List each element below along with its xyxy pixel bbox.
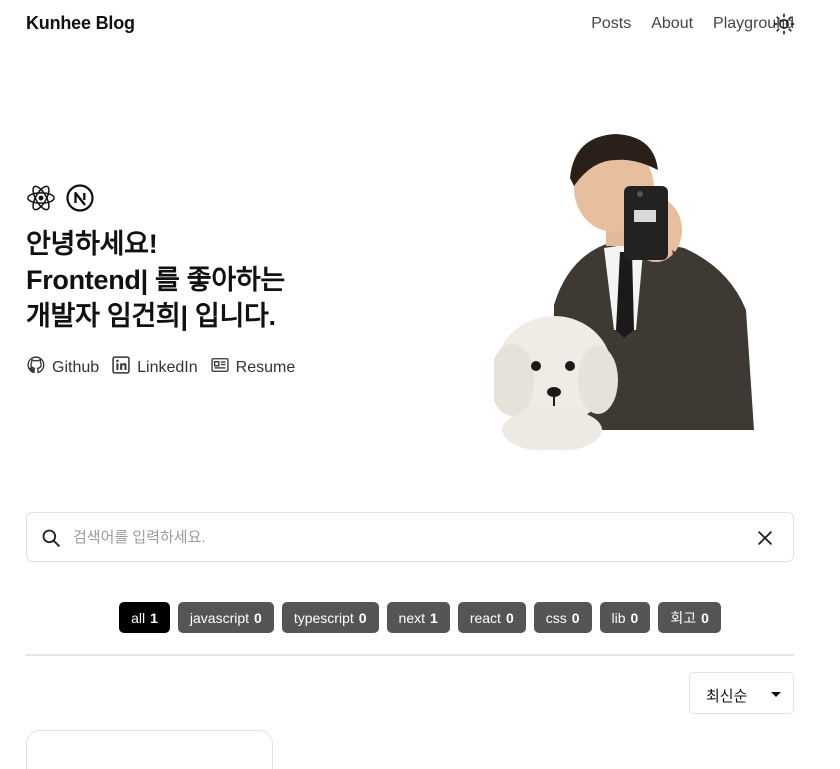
resume-icon	[210, 355, 230, 380]
tag-css[interactable]: css 0	[533, 602, 592, 633]
tag-count: 0	[701, 609, 709, 626]
hero-name-suffix: 입니다.	[187, 301, 276, 331]
resume-label: Resume	[235, 358, 296, 376]
tag-javascript[interactable]: javascript 0	[177, 602, 274, 633]
tag-name: all	[131, 609, 146, 626]
search-icon	[41, 528, 61, 548]
resume-link[interactable]: Resume	[210, 355, 296, 380]
tag-count: 0	[630, 609, 639, 626]
search-bar	[26, 512, 794, 562]
tag-count: 0	[505, 609, 514, 626]
site-header: Kunhee Blog Posts About Playground	[0, 0, 840, 48]
tech-icons	[26, 183, 94, 218]
linkedin-label: LinkedIn	[137, 358, 198, 376]
tag-name: 회고	[670, 609, 697, 626]
tag-name: react	[469, 609, 501, 626]
hero-title: 안녕하세요! Frontend| 를 좋아하는 개발자 임건희| 입니다.	[26, 226, 285, 334]
tag-name: next	[398, 609, 426, 626]
caret-down-icon	[771, 692, 781, 697]
nav-about[interactable]: About	[651, 15, 693, 33]
photo-phone	[624, 186, 668, 260]
tag-name: javascript	[189, 609, 250, 626]
tag-retrospective[interactable]: 회고 0	[658, 602, 721, 633]
hero-line-role: Frontend| 를 좋아하는	[26, 262, 285, 298]
tag-name: css	[545, 609, 567, 626]
profile-photo	[490, 130, 754, 452]
tag-react[interactable]: react 0	[457, 602, 526, 633]
main-nav: Posts About Playground	[591, 15, 794, 33]
tag-lib[interactable]: lib 0	[599, 602, 651, 633]
react-icon	[26, 183, 56, 218]
hero-name-prefix: 개발자	[26, 301, 107, 331]
tag-count: 0	[358, 609, 367, 626]
linkedin-link[interactable]: LinkedIn	[111, 355, 198, 380]
tag-count: 0	[571, 609, 580, 626]
hero-role-rest: 를 좋아하는	[147, 265, 285, 295]
post-card[interactable]	[26, 730, 273, 769]
tag-typescript[interactable]: typescript 0	[281, 602, 379, 633]
social-links: Github LinkedIn Resume	[26, 355, 295, 380]
hero-name-highlight: 임건희|	[106, 301, 188, 331]
sun-icon[interactable]	[773, 13, 795, 35]
tag-count: 1	[430, 609, 438, 626]
sort-select[interactable]: 최신순	[689, 672, 794, 714]
nav-posts[interactable]: Posts	[591, 15, 631, 33]
linkedin-icon	[111, 355, 131, 380]
site-brand[interactable]: Kunhee Blog	[26, 13, 135, 34]
github-icon	[26, 355, 46, 380]
github-label: Github	[52, 358, 100, 376]
tag-name: typescript	[293, 609, 354, 626]
tag-name: lib	[611, 609, 626, 626]
hero-role-highlight: Frontend|	[26, 265, 148, 295]
hero-line-name: 개발자 임건희| 입니다.	[26, 298, 285, 334]
tag-all[interactable]: all 1	[119, 602, 170, 633]
tag-count: 0	[254, 609, 262, 626]
github-link[interactable]: Github	[26, 355, 99, 380]
tag-filter-list: all 1 javascript 0 typescript 0 next 1 react…	[0, 602, 840, 633]
section-divider	[26, 654, 794, 656]
sort-selected-value: 최신순	[706, 688, 748, 705]
tag-count: 1	[150, 609, 158, 626]
tag-next[interactable]: next 1	[386, 602, 450, 633]
search-input[interactable]	[73, 521, 733, 553]
hero-line-greeting: 안녕하세요!	[26, 229, 158, 259]
close-icon[interactable]	[755, 528, 775, 548]
nextjs-icon	[66, 184, 94, 217]
